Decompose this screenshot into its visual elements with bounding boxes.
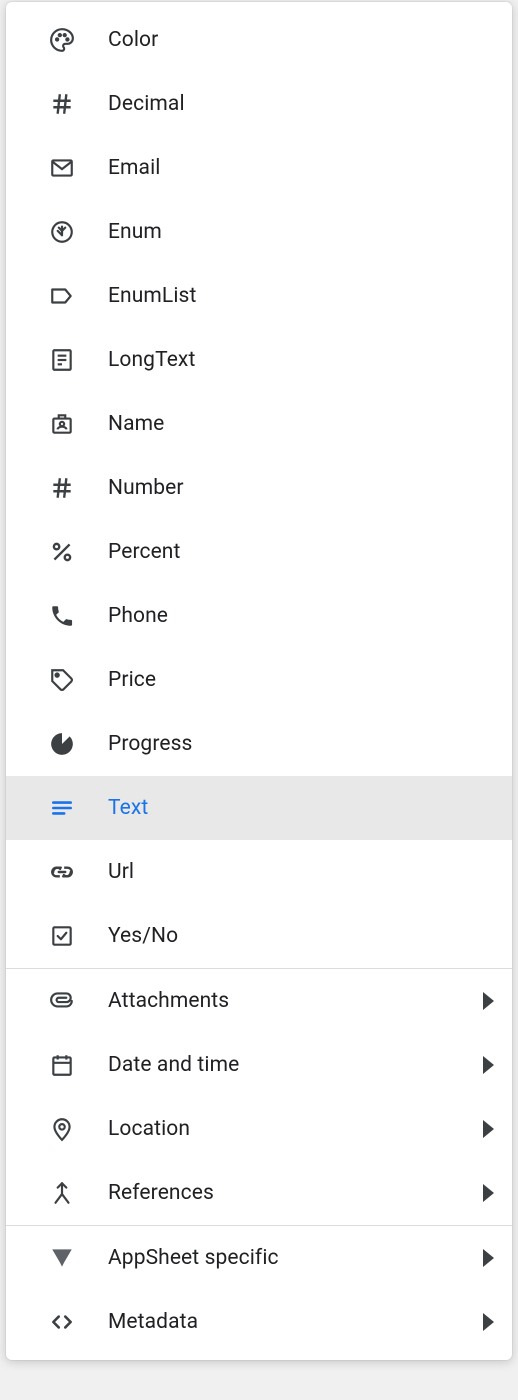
menu-item-email[interactable]: Email [6,136,512,200]
menu-item-label: Date and time [108,1053,483,1077]
price-tag-icon [46,664,78,696]
menu-item-label: References [108,1181,483,1205]
menu-item-longtext[interactable]: LongText [6,328,512,392]
menu-item-text[interactable]: Text [6,776,512,840]
menu-item-name[interactable]: Name [6,392,512,456]
menu-item-url[interactable]: Url [6,840,512,904]
menu-item-decimal[interactable]: Decimal [6,72,512,136]
menu-item-label: LongText [108,348,494,372]
article-icon [46,344,78,376]
menu-item-label: Text [108,796,494,820]
menu-item-appsheet[interactable]: AppSheet specific [6,1226,512,1290]
envelope-icon [46,152,78,184]
chevron-right-icon [483,1313,494,1331]
menu-item-phone[interactable]: Phone [6,584,512,648]
menu-item-label: Attachments [108,989,483,1013]
menu-item-yesno[interactable]: Yes/No [6,904,512,968]
menu-item-label: Email [108,156,494,180]
menu-item-label: Metadata [108,1310,483,1334]
hash-icon [46,88,78,120]
merge-icon [46,1177,78,1209]
menu-item-color[interactable]: Color [6,8,512,72]
menu-item-label: Phone [108,604,494,628]
menu-item-location[interactable]: Location [6,1097,512,1161]
badge-icon [46,408,78,440]
chevron-right-icon [483,992,494,1010]
location-icon [46,1113,78,1145]
menu-item-percent[interactable]: Percent [6,520,512,584]
checkbox-icon [46,920,78,952]
menu-item-label: Location [108,1117,483,1141]
menu-item-number[interactable]: Number [6,456,512,520]
menu-item-datetime[interactable]: Date and time [6,1033,512,1097]
pie-icon [46,728,78,760]
menu-item-enumlist[interactable]: EnumList [6,264,512,328]
text-lines-icon [46,792,78,824]
menu-item-label: AppSheet specific [108,1246,483,1270]
percent-icon [46,536,78,568]
menu-item-enum[interactable]: Enum [6,200,512,264]
calendar-icon [46,1049,78,1081]
menu-item-label: Yes/No [108,924,494,948]
link-icon [46,856,78,888]
code-icon [46,1306,78,1338]
hash-icon [46,472,78,504]
menu-item-label: Enum [108,220,494,244]
menu-item-label: Percent [108,540,494,564]
appsheet-icon [46,1242,78,1274]
phone-icon [46,600,78,632]
tag-outline-icon [46,280,78,312]
menu-item-references[interactable]: References [6,1161,512,1225]
attachment-icon [46,985,78,1017]
chevron-right-icon [483,1120,494,1138]
menu-item-label: Decimal [108,92,494,116]
menu-item-label: EnumList [108,284,494,308]
circle-dot-icon [46,216,78,248]
palette-icon [46,24,78,56]
menu-item-metadata[interactable]: Metadata [6,1290,512,1354]
menu-item-label: Number [108,476,494,500]
type-picker-menu: Color Decimal Email Enum EnumList LongTe… [6,2,512,1360]
menu-item-price[interactable]: Price [6,648,512,712]
chevron-right-icon [483,1056,494,1074]
chevron-right-icon [483,1184,494,1202]
menu-item-label: Name [108,412,494,436]
menu-item-progress[interactable]: Progress [6,712,512,776]
menu-item-label: Progress [108,732,494,756]
menu-item-label: Color [108,28,494,52]
menu-item-attachments[interactable]: Attachments [6,969,512,1033]
menu-item-label: Price [108,668,494,692]
menu-item-label: Url [108,860,494,884]
chevron-right-icon [483,1249,494,1267]
